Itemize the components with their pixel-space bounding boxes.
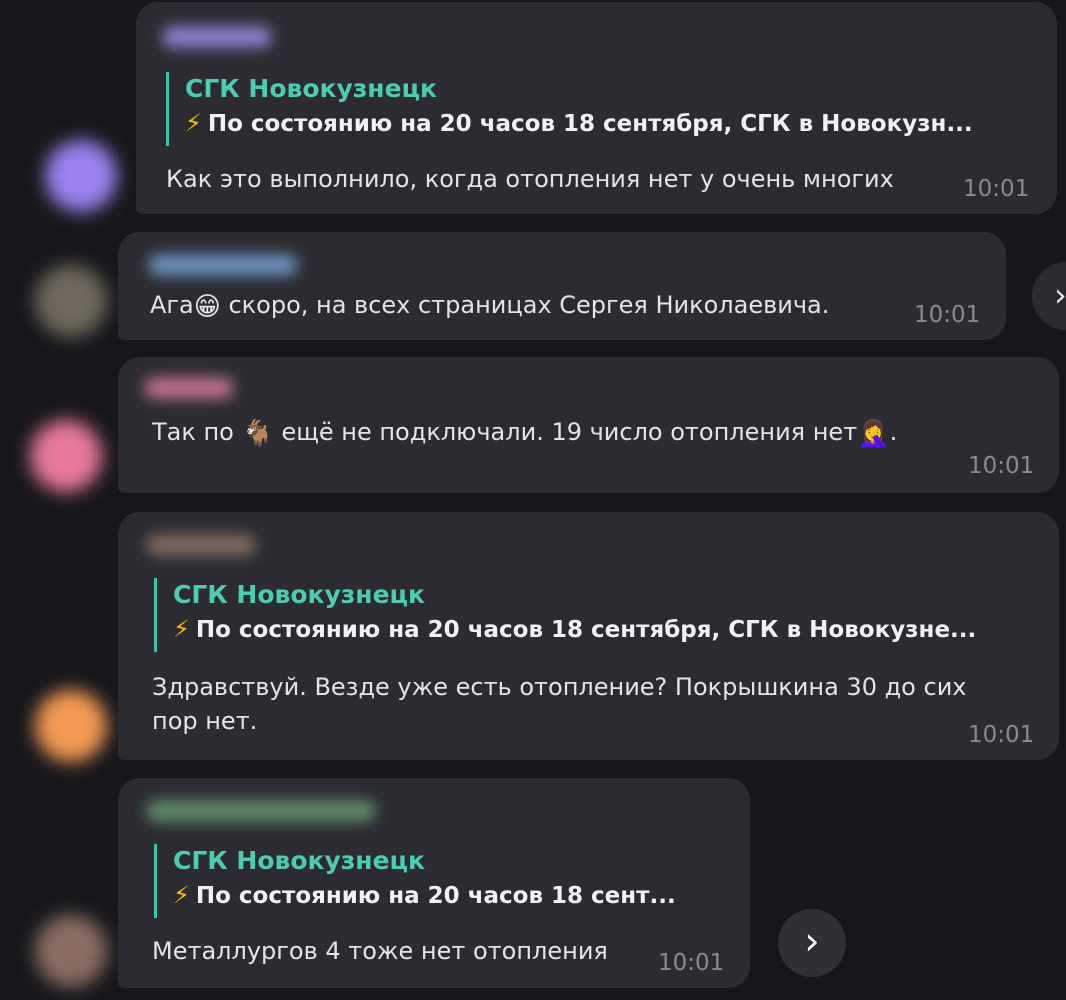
reply-quote[interactable]: СГК Новокузнецк ⚡ По состоянию на 20 часо…: [154, 578, 1034, 652]
avatar[interactable]: [30, 420, 102, 492]
message-bubble[interactable]: СГК Новокузнецк ⚡ По состоянию на 20 часо…: [136, 2, 1057, 214]
forward-button[interactable]: ›: [778, 909, 846, 977]
avatar[interactable]: [35, 265, 107, 337]
forward-button[interactable]: ›: [1032, 262, 1066, 330]
lightning-icon: ⚡: [173, 615, 190, 643]
reply-quote[interactable]: СГК Новокузнецк ⚡ По состоянию на 20 часо…: [154, 844, 724, 918]
reply-author: СГК Новокузнецк: [173, 580, 426, 609]
sender-name[interactable]: [144, 377, 234, 399]
reply-preview: ⚡ По состоянию на 20 часов 18 сентября, С…: [185, 109, 973, 137]
avatar[interactable]: [35, 915, 107, 987]
message-text: Ага😁 скоро, на всех страницах Сергея Ник…: [150, 291, 830, 322]
message-text: Так по 🐐 ещё не подключали. 19 число ото…: [152, 418, 898, 449]
message-bubble[interactable]: СГК Новокузнецк ⚡ По состоянию на 20 часо…: [118, 512, 1059, 760]
message-time: 10:01: [968, 453, 1035, 479]
reply-quote[interactable]: СГК Новокузнецк ⚡ По состоянию на 20 часо…: [166, 72, 1036, 146]
message-bubble[interactable]: СГК Новокузнецк ⚡ По состоянию на 20 часо…: [118, 778, 750, 988]
message-time: 10:01: [658, 950, 725, 976]
message-text: Как это выполнило, когда отопления нет у…: [166, 165, 894, 193]
facepalm-emoji-icon: 🤦‍♀️: [857, 419, 890, 449]
reply-preview: ⚡ По состоянию на 20 часов 18 сентября, С…: [173, 615, 977, 643]
message-bubble[interactable]: Ага😁 скоро, на всех страницах Сергея Ник…: [118, 232, 1006, 340]
message-bubble[interactable]: Так по 🐐 ещё не подключали. 19 число ото…: [118, 357, 1059, 493]
sender-name[interactable]: [162, 26, 272, 48]
avatar[interactable]: [35, 690, 107, 762]
sender-name[interactable]: [146, 534, 256, 556]
sender-name[interactable]: [146, 800, 376, 822]
reply-author: СГК Новокузнецк: [185, 74, 438, 103]
message-text: Металлургов 4 тоже нет отопления: [152, 937, 608, 965]
avatar[interactable]: [45, 140, 117, 212]
message-time: 10:01: [968, 722, 1035, 748]
grinning-emoji-icon: 😁: [193, 292, 221, 322]
sender-name[interactable]: [148, 254, 298, 276]
message-text: Здравствуй. Везде уже есть отопление? По…: [152, 673, 967, 735]
message-time: 10:01: [963, 176, 1030, 202]
lightning-icon: ⚡: [185, 109, 202, 137]
lightning-icon: ⚡: [173, 881, 190, 909]
message-time: 10:01: [914, 302, 981, 328]
reply-preview: ⚡ По состоянию на 20 часов 18 сент...: [173, 881, 676, 909]
reply-author: СГК Новокузнецк: [173, 846, 426, 875]
goat-emoji-icon: 🐐: [241, 419, 274, 449]
